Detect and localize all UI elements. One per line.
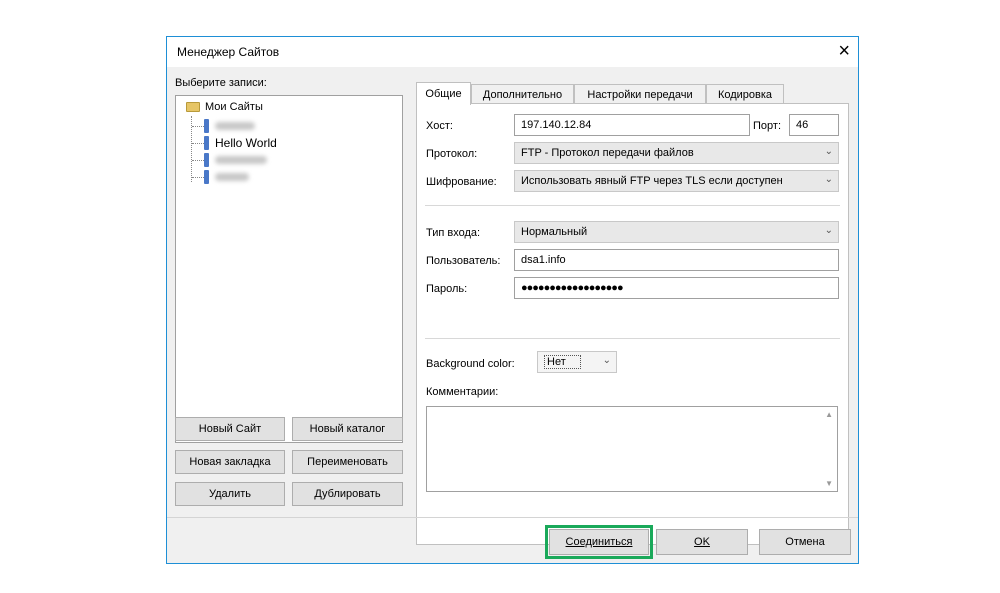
- tree-root-my-sites[interactable]: Мои Сайты: [186, 101, 263, 113]
- tree-connector: [192, 143, 204, 144]
- tree-connector: [192, 177, 204, 178]
- user-label: Пользователь:: [426, 255, 501, 267]
- tree-connector: [192, 126, 204, 127]
- connect-button[interactable]: Соединиться: [549, 529, 649, 555]
- site-manager-window: Менеджер Сайтов × Выберите записи: Мои С…: [166, 36, 859, 564]
- host-input[interactable]: 197.140.12.84: [514, 114, 750, 136]
- server-icon: [204, 119, 209, 133]
- tree-item-redacted-3[interactable]: [204, 170, 249, 184]
- divider: [425, 205, 840, 206]
- scroll-up-icon[interactable]: ▲: [825, 410, 833, 419]
- tab-transfer-settings-label: Настройки передачи: [587, 88, 693, 101]
- user-input[interactable]: dsa1.info: [514, 249, 839, 271]
- delete-button[interactable]: Удалить: [175, 482, 285, 506]
- comments-textarea[interactable]: ▲ ▼: [426, 406, 838, 492]
- background-color-label: Background color:: [426, 358, 515, 370]
- tab-general[interactable]: Общие: [416, 82, 471, 105]
- host-value: 197.140.12.84: [521, 119, 592, 131]
- protocol-label: Протокол:: [426, 148, 478, 160]
- chevron-down-icon: ⌄: [824, 225, 833, 236]
- rename-button-label: Переименовать: [307, 456, 388, 468]
- port-value: 46: [796, 119, 809, 131]
- duplicate-button-label: Дублировать: [314, 488, 381, 500]
- duplicate-button[interactable]: Дублировать: [292, 482, 403, 506]
- redacted-site-name: [215, 156, 267, 164]
- footer-divider: [167, 517, 858, 518]
- divider: [425, 338, 840, 339]
- tree-item-hello-world[interactable]: Hello World: [204, 136, 277, 150]
- new-folder-button-label: Новый каталог: [309, 423, 386, 435]
- tab-advanced-label: Дополнительно: [482, 88, 563, 101]
- login-type-value: Нормальный: [521, 226, 588, 238]
- tree-item-redacted-2[interactable]: [204, 153, 267, 167]
- tab-advanced[interactable]: Дополнительно: [471, 84, 574, 104]
- tree-connector: [192, 160, 204, 161]
- host-label: Хост:: [426, 120, 453, 132]
- server-icon: [204, 153, 209, 167]
- tree-root-label: Мои Сайты: [205, 101, 263, 113]
- general-tab-panel: Хост: 197.140.12.84 Порт: 46 Протокол: F…: [416, 103, 849, 545]
- port-label: Порт:: [753, 120, 781, 132]
- site-tree[interactable]: Мои Сайты Hello World: [175, 95, 403, 443]
- tab-encoding-label: Кодировка: [717, 88, 773, 101]
- chevron-down-icon: ⌄: [824, 174, 833, 185]
- login-type-label: Тип входа:: [426, 227, 481, 239]
- tab-encoding[interactable]: Кодировка: [706, 84, 784, 104]
- protocol-select[interactable]: FTP - Протокол передачи файлов ⌄: [514, 142, 839, 164]
- chevron-down-icon: ⌄: [824, 146, 833, 157]
- server-icon: [204, 136, 209, 150]
- user-value: dsa1.info: [521, 254, 566, 266]
- tab-general-label: Общие: [425, 88, 462, 100]
- rename-button[interactable]: Переименовать: [292, 450, 403, 474]
- password-input[interactable]: ●●●●●●●●●●●●●●●●●●: [514, 277, 839, 299]
- title-bar: Менеджер Сайтов ×: [167, 37, 858, 67]
- password-label: Пароль:: [426, 283, 468, 295]
- delete-button-label: Удалить: [209, 488, 251, 500]
- encryption-value: Использовать явный FTP через TLS если до…: [521, 175, 783, 187]
- cancel-button[interactable]: Отмена: [759, 529, 851, 555]
- redacted-site-name: [215, 122, 255, 130]
- window-title: Менеджер Сайтов: [177, 45, 280, 59]
- chevron-down-icon: ⌄: [602, 355, 611, 366]
- password-value: ●●●●●●●●●●●●●●●●●●: [521, 282, 624, 294]
- close-icon[interactable]: ×: [838, 39, 850, 63]
- new-site-button[interactable]: Новый Сайт: [175, 417, 285, 441]
- select-entry-label: Выберите записи:: [175, 77, 267, 89]
- folder-icon: [186, 102, 200, 112]
- tree-item-redacted-1[interactable]: [204, 119, 255, 133]
- comments-label: Комментарии:: [426, 386, 499, 398]
- ok-button-label: OK: [694, 536, 710, 548]
- port-input[interactable]: 46: [789, 114, 839, 136]
- new-bookmark-button[interactable]: Новая закладка: [175, 450, 285, 474]
- background-color-value: Нет: [544, 355, 581, 369]
- redacted-site-name: [215, 173, 249, 181]
- tab-transfer-settings[interactable]: Настройки передачи: [574, 84, 706, 104]
- protocol-value: FTP - Протокол передачи файлов: [521, 147, 694, 159]
- new-folder-button[interactable]: Новый каталог: [292, 417, 403, 441]
- login-type-select[interactable]: Нормальный ⌄: [514, 221, 839, 243]
- scroll-down-icon[interactable]: ▼: [825, 479, 833, 488]
- new-bookmark-button-label: Новая закладка: [189, 456, 271, 468]
- cancel-button-label: Отмена: [785, 536, 825, 548]
- encryption-select[interactable]: Использовать явный FTP через TLS если до…: [514, 170, 839, 192]
- connect-button-label: Соединиться: [565, 536, 633, 548]
- encryption-label: Шифрование:: [426, 176, 497, 188]
- server-icon: [204, 170, 209, 184]
- tree-item-label: Hello World: [215, 136, 277, 150]
- ok-button[interactable]: OK: [656, 529, 748, 555]
- background-color-select[interactable]: Нет ⌄: [537, 351, 617, 373]
- new-site-button-label: Новый Сайт: [198, 423, 262, 435]
